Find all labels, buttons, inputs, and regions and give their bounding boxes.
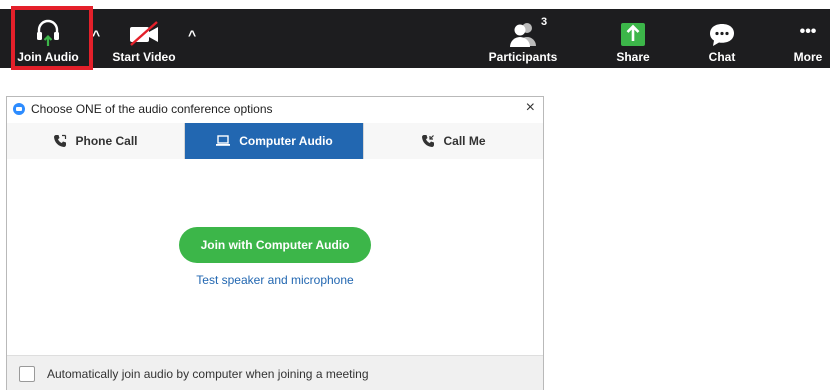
more-dots-glyph: ••• [799,23,817,40]
auto-join-label: Automatically join audio by computer whe… [47,366,369,381]
join-with-computer-audio-button[interactable]: Join with Computer Audio [179,227,371,263]
close-icon[interactable]: × [526,100,535,116]
chat-label: Chat [708,50,736,64]
start-video-button[interactable]: Start Video [108,9,180,68]
tab-phone-call[interactable]: Phone Call [7,123,185,159]
screen: Join Audio ^ Start Video ^ Participants … [0,0,830,390]
auto-join-checkbox[interactable] [19,365,35,382]
audio-option-tabs: Phone Call Computer Audio Call Me [7,123,543,159]
test-speaker-microphone-link[interactable]: Test speaker and microphone [7,273,543,287]
tab-phone-call-label: Phone Call [75,134,138,148]
tab-computer-audio-label: Computer Audio [239,134,333,148]
share-label: Share [616,50,650,64]
chat-button[interactable]: Chat [702,9,742,68]
laptop-icon [215,135,231,147]
headphones-icon [35,9,61,47]
participants-count-badge: 3 [541,16,548,28]
dialog-title: Choose ONE of the audio conference optio… [31,102,273,116]
phone-icon [421,134,435,148]
start-video-label: Start Video [112,50,176,64]
dialog-header: Choose ONE of the audio conference optio… [7,97,543,121]
audio-options-caret[interactable]: ^ [92,27,100,43]
share-button[interactable]: Share [612,9,654,68]
more-dots-icon: ••• [800,9,817,47]
video-off-icon [127,9,161,47]
join-audio-label: Join Audio [17,50,79,64]
phone-icon [53,134,67,148]
tab-computer-audio[interactable]: Computer Audio [185,123,364,159]
tab-call-me-label: Call Me [443,134,486,148]
chat-bubble-icon [707,9,737,47]
participants-icon [508,9,538,47]
audio-conference-dialog: Choose ONE of the audio conference optio… [6,96,544,390]
participants-label: Participants [488,50,558,64]
join-audio-button[interactable]: Join Audio [14,9,82,68]
dialog-footer: Automatically join audio by computer whe… [7,355,543,390]
meeting-toolbar: Join Audio ^ Start Video ^ Participants … [0,9,830,68]
more-button[interactable]: ••• More [790,9,826,68]
participants-button[interactable]: Participants [488,9,558,68]
zoom-logo-icon [13,103,25,115]
video-options-caret[interactable]: ^ [188,27,196,43]
tab-call-me[interactable]: Call Me [364,123,543,159]
share-icon [620,9,646,47]
more-label: More [793,50,823,64]
